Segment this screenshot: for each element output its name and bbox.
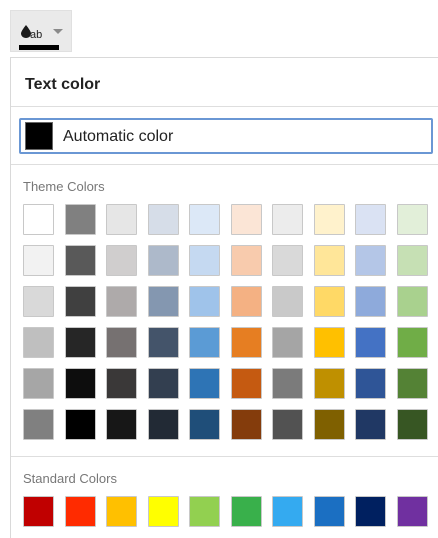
theme-color-swatch[interactable] [106,368,137,399]
theme-color-swatch[interactable] [396,327,428,358]
theme-colors-label: Theme Colors [23,179,105,194]
theme-color-swatch[interactable] [396,245,428,276]
theme-color-swatch[interactable] [106,409,137,440]
theme-color-swatch[interactable] [313,327,345,358]
panel-title: Text color [25,76,101,93]
theme-color-swatch[interactable] [64,286,96,317]
theme-color-swatch[interactable] [106,327,137,358]
theme-color-swatch[interactable] [272,245,303,276]
theme-color-swatch[interactable] [396,204,428,235]
theme-color-swatch[interactable] [313,409,345,440]
theme-divider [11,456,438,457]
standard-color-swatch[interactable] [106,496,137,527]
theme-color-swatch[interactable] [355,409,386,440]
standard-color-swatch[interactable] [272,496,303,527]
theme-color-swatch[interactable] [313,368,345,399]
theme-color-swatch[interactable] [64,245,96,276]
theme-color-swatch[interactable] [230,409,262,440]
theme-colors-grid [23,204,428,440]
theme-color-swatch[interactable] [64,368,96,399]
theme-color-swatch[interactable] [396,286,428,317]
standard-color-swatch[interactable] [147,496,179,527]
theme-color-swatch[interactable] [230,286,262,317]
theme-color-swatch[interactable] [313,245,345,276]
theme-color-swatch[interactable] [230,368,262,399]
theme-color-swatch[interactable] [272,368,303,399]
theme-color-swatch[interactable] [230,204,262,235]
standard-colors-label: Standard Colors [23,471,117,486]
text-color-panel: Text color Automatic color Theme Colors … [10,57,438,538]
theme-color-swatch[interactable] [189,286,220,317]
standard-color-swatch[interactable] [396,496,428,527]
chevron-down-icon[interactable] [53,29,63,34]
theme-color-swatch[interactable] [189,368,220,399]
theme-color-swatch[interactable] [313,204,345,235]
theme-color-swatch[interactable] [230,327,262,358]
theme-color-swatch[interactable] [147,327,179,358]
theme-color-swatch[interactable] [230,245,262,276]
theme-color-swatch[interactable] [23,245,54,276]
theme-color-swatch[interactable] [189,204,220,235]
theme-color-swatch[interactable] [147,286,179,317]
theme-color-swatch[interactable] [189,409,220,440]
theme-color-swatch[interactable] [23,368,54,399]
standard-color-swatch[interactable] [355,496,386,527]
theme-color-swatch[interactable] [64,409,96,440]
text-color-button[interactable]: ab [10,10,72,52]
standard-color-swatch[interactable] [189,496,220,527]
theme-color-swatch[interactable] [147,368,179,399]
automatic-color-swatch [25,122,53,150]
theme-color-swatch[interactable] [355,204,386,235]
theme-color-swatch[interactable] [272,327,303,358]
automatic-color-option[interactable]: Automatic color [19,118,433,154]
standard-color-swatch[interactable] [230,496,262,527]
theme-color-swatch[interactable] [396,409,428,440]
theme-color-swatch[interactable] [106,204,137,235]
theme-color-swatch[interactable] [147,409,179,440]
theme-color-swatch[interactable] [189,327,220,358]
theme-color-swatch[interactable] [64,327,96,358]
theme-color-swatch[interactable] [355,327,386,358]
title-divider [11,106,438,107]
theme-color-swatch[interactable] [355,245,386,276]
theme-color-swatch[interactable] [355,368,386,399]
theme-color-swatch[interactable] [272,286,303,317]
theme-color-swatch[interactable] [106,286,137,317]
automatic-divider [11,164,438,165]
theme-color-swatch[interactable] [272,409,303,440]
theme-color-swatch[interactable] [106,245,137,276]
standard-colors-grid [23,496,428,527]
current-color-bar [19,45,59,50]
theme-color-swatch[interactable] [272,204,303,235]
standard-color-swatch[interactable] [23,496,54,527]
theme-color-swatch[interactable] [23,327,54,358]
theme-color-swatch[interactable] [147,204,179,235]
theme-color-swatch[interactable] [396,368,428,399]
text-color-button-label: ab [30,29,43,41]
standard-color-swatch[interactable] [313,496,345,527]
theme-color-swatch[interactable] [355,286,386,317]
theme-color-swatch[interactable] [23,204,54,235]
theme-color-swatch[interactable] [64,204,96,235]
theme-color-swatch[interactable] [189,245,220,276]
theme-color-swatch[interactable] [313,286,345,317]
theme-color-swatch[interactable] [23,409,54,440]
theme-color-swatch[interactable] [23,286,54,317]
theme-color-swatch[interactable] [147,245,179,276]
standard-color-swatch[interactable] [64,496,96,527]
automatic-color-label: Automatic color [63,128,174,145]
